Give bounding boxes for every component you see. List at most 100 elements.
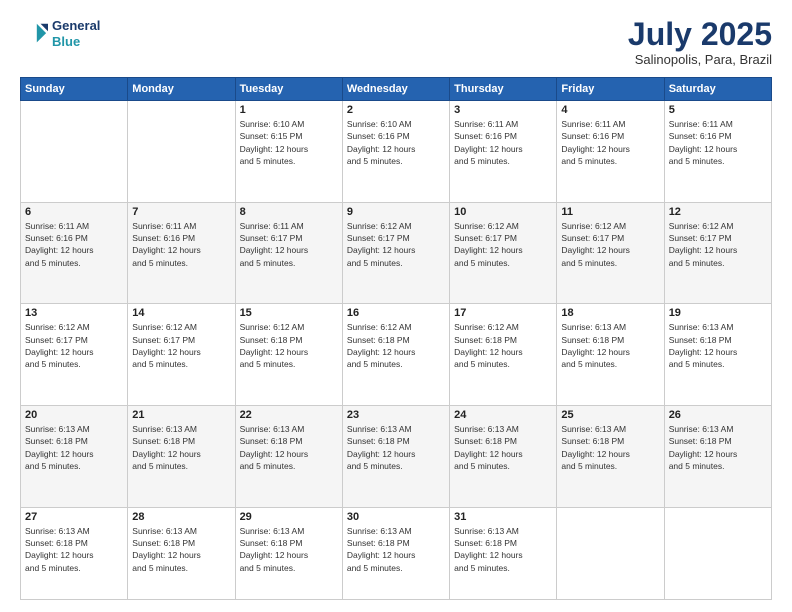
logo-icon	[20, 20, 48, 48]
day-info: Sunrise: 6:12 AM Sunset: 6:17 PM Dayligh…	[669, 220, 767, 269]
day-number: 11	[561, 206, 659, 218]
calendar-cell	[21, 101, 128, 203]
calendar-week-row: 27 Sunrise: 6:13 AM Sunset: 6:18 PM Dayli…	[21, 507, 772, 599]
day-number: 26	[669, 409, 767, 421]
day-number: 9	[347, 206, 445, 218]
title-location: Salinopolis, Para, Brazil	[628, 52, 772, 67]
day-info: Sunrise: 6:11 AM Sunset: 6:16 PM Dayligh…	[25, 220, 123, 269]
calendar-cell: 19 Sunrise: 6:13 AM Sunset: 6:18 PM Dayli…	[664, 304, 771, 406]
title-block: July 2025 Salinopolis, Para, Brazil	[628, 18, 772, 67]
day-number: 20	[25, 409, 123, 421]
weekday-header-friday: Friday	[557, 78, 664, 101]
calendar-cell: 14 Sunrise: 6:12 AM Sunset: 6:17 PM Dayli…	[128, 304, 235, 406]
day-info: Sunrise: 6:12 AM Sunset: 6:17 PM Dayligh…	[25, 321, 123, 370]
day-number: 3	[454, 104, 552, 116]
day-info: Sunrise: 6:12 AM Sunset: 6:17 PM Dayligh…	[132, 321, 230, 370]
calendar-cell: 27Sunrise: 6:13 AM Sunset: 6:18 PM Dayli…	[21, 507, 128, 599]
day-number: 14	[132, 307, 230, 319]
day-number: 21	[132, 409, 230, 421]
calendar-cell: 12 Sunrise: 6:12 AM Sunset: 6:17 PM Dayli…	[664, 202, 771, 304]
weekday-header-saturday: Saturday	[664, 78, 771, 101]
calendar-cell: 26 Sunrise: 6:13 AM Sunset: 6:18 PM Dayli…	[664, 405, 771, 507]
day-info: Sunrise: 6:13 AM Sunset: 6:18 PM Dayligh…	[669, 423, 767, 472]
calendar-cell: 17 Sunrise: 6:12 AM Sunset: 6:18 PM Dayli…	[450, 304, 557, 406]
logo-text: General Blue	[52, 18, 100, 49]
day-number: 8	[240, 206, 338, 218]
logo-line1: General	[52, 18, 100, 34]
calendar-week-row: 20 Sunrise: 6:13 AM Sunset: 6:18 PM Dayli…	[21, 405, 772, 507]
day-number: 25	[561, 409, 659, 421]
calendar-cell: 21 Sunrise: 6:13 AM Sunset: 6:18 PM Dayli…	[128, 405, 235, 507]
day-info: Sunrise: 6:12 AM Sunset: 6:17 PM Dayligh…	[454, 220, 552, 269]
day-info: Sunrise: 6:11 AM Sunset: 6:16 PM Dayligh…	[561, 118, 659, 167]
day-info: Sunrise: 6:11 AM Sunset: 6:16 PM Dayligh…	[454, 118, 552, 167]
day-info: Sunrise: 6:10 AM Sunset: 6:15 PM Dayligh…	[240, 118, 338, 167]
day-info: Sunrise: 6:12 AM Sunset: 6:18 PM Dayligh…	[454, 321, 552, 370]
calendar-cell	[128, 101, 235, 203]
calendar-cell: 6 Sunrise: 6:11 AM Sunset: 6:16 PM Daylig…	[21, 202, 128, 304]
day-info: Sunrise: 6:13 AM Sunset: 6:18 PM Dayligh…	[347, 525, 445, 574]
day-number: 1	[240, 104, 338, 116]
logo: General Blue	[20, 18, 100, 49]
weekday-header-wednesday: Wednesday	[342, 78, 449, 101]
calendar-cell: 15 Sunrise: 6:12 AM Sunset: 6:18 PM Dayli…	[235, 304, 342, 406]
calendar-week-row: 1 Sunrise: 6:10 AM Sunset: 6:15 PM Daylig…	[21, 101, 772, 203]
calendar-cell: 20 Sunrise: 6:13 AM Sunset: 6:18 PM Dayli…	[21, 405, 128, 507]
calendar-cell	[664, 507, 771, 599]
calendar-week-row: 6 Sunrise: 6:11 AM Sunset: 6:16 PM Daylig…	[21, 202, 772, 304]
day-number: 31	[454, 511, 552, 523]
day-info: Sunrise: 6:13 AM Sunset: 6:18 PM Dayligh…	[561, 321, 659, 370]
day-info: Sunrise: 6:12 AM Sunset: 6:18 PM Dayligh…	[347, 321, 445, 370]
calendar-cell: 4 Sunrise: 6:11 AM Sunset: 6:16 PM Daylig…	[557, 101, 664, 203]
day-number: 7	[132, 206, 230, 218]
calendar-cell: 29Sunrise: 6:13 AM Sunset: 6:18 PM Dayli…	[235, 507, 342, 599]
title-month: July 2025	[628, 18, 772, 50]
day-number: 27	[25, 511, 123, 523]
calendar-cell: 9 Sunrise: 6:12 AM Sunset: 6:17 PM Daylig…	[342, 202, 449, 304]
day-number: 12	[669, 206, 767, 218]
weekday-header-monday: Monday	[128, 78, 235, 101]
day-info: Sunrise: 6:11 AM Sunset: 6:16 PM Dayligh…	[132, 220, 230, 269]
day-number: 13	[25, 307, 123, 319]
logo-line2: Blue	[52, 34, 80, 49]
page: General Blue July 2025 Salinopolis, Para…	[0, 0, 792, 612]
calendar-cell	[557, 507, 664, 599]
day-number: 16	[347, 307, 445, 319]
day-number: 23	[347, 409, 445, 421]
day-info: Sunrise: 6:13 AM Sunset: 6:18 PM Dayligh…	[347, 423, 445, 472]
calendar-cell: 25Sunrise: 6:13 AM Sunset: 6:18 PM Dayli…	[557, 405, 664, 507]
day-info: Sunrise: 6:13 AM Sunset: 6:18 PM Dayligh…	[132, 423, 230, 472]
day-info: Sunrise: 6:13 AM Sunset: 6:18 PM Dayligh…	[240, 525, 338, 574]
day-info: Sunrise: 6:13 AM Sunset: 6:18 PM Dayligh…	[454, 525, 552, 574]
calendar-cell: 3 Sunrise: 6:11 AM Sunset: 6:16 PM Daylig…	[450, 101, 557, 203]
day-number: 15	[240, 307, 338, 319]
day-number: 19	[669, 307, 767, 319]
calendar-cell: 11Sunrise: 6:12 AM Sunset: 6:17 PM Dayli…	[557, 202, 664, 304]
day-info: Sunrise: 6:10 AM Sunset: 6:16 PM Dayligh…	[347, 118, 445, 167]
day-number: 2	[347, 104, 445, 116]
day-info: Sunrise: 6:12 AM Sunset: 6:18 PM Dayligh…	[240, 321, 338, 370]
day-info: Sunrise: 6:13 AM Sunset: 6:18 PM Dayligh…	[25, 423, 123, 472]
day-number: 30	[347, 511, 445, 523]
weekday-header-thursday: Thursday	[450, 78, 557, 101]
day-number: 28	[132, 511, 230, 523]
calendar-cell: 5Sunrise: 6:11 AM Sunset: 6:16 PM Daylig…	[664, 101, 771, 203]
day-info: Sunrise: 6:13 AM Sunset: 6:18 PM Dayligh…	[132, 525, 230, 574]
calendar-cell: 28 Sunrise: 6:13 AM Sunset: 6:18 PM Dayli…	[128, 507, 235, 599]
day-number: 10	[454, 206, 552, 218]
day-info: Sunrise: 6:13 AM Sunset: 6:18 PM Dayligh…	[240, 423, 338, 472]
calendar-cell: 7 Sunrise: 6:11 AM Sunset: 6:16 PM Daylig…	[128, 202, 235, 304]
day-number: 17	[454, 307, 552, 319]
calendar-cell: 1 Sunrise: 6:10 AM Sunset: 6:15 PM Daylig…	[235, 101, 342, 203]
day-number: 22	[240, 409, 338, 421]
day-number: 5	[669, 104, 767, 116]
day-number: 4	[561, 104, 659, 116]
header: General Blue July 2025 Salinopolis, Para…	[20, 18, 772, 67]
day-info: Sunrise: 6:12 AM Sunset: 6:17 PM Dayligh…	[347, 220, 445, 269]
day-number: 18	[561, 307, 659, 319]
calendar-cell: 24Sunrise: 6:13 AM Sunset: 6:18 PM Dayli…	[450, 405, 557, 507]
day-number: 6	[25, 206, 123, 218]
day-info: Sunrise: 6:13 AM Sunset: 6:18 PM Dayligh…	[669, 321, 767, 370]
calendar-cell: 30 Sunrise: 6:13 AM Sunset: 6:18 PM Dayli…	[342, 507, 449, 599]
calendar-cell: 10 Sunrise: 6:12 AM Sunset: 6:17 PM Dayli…	[450, 202, 557, 304]
